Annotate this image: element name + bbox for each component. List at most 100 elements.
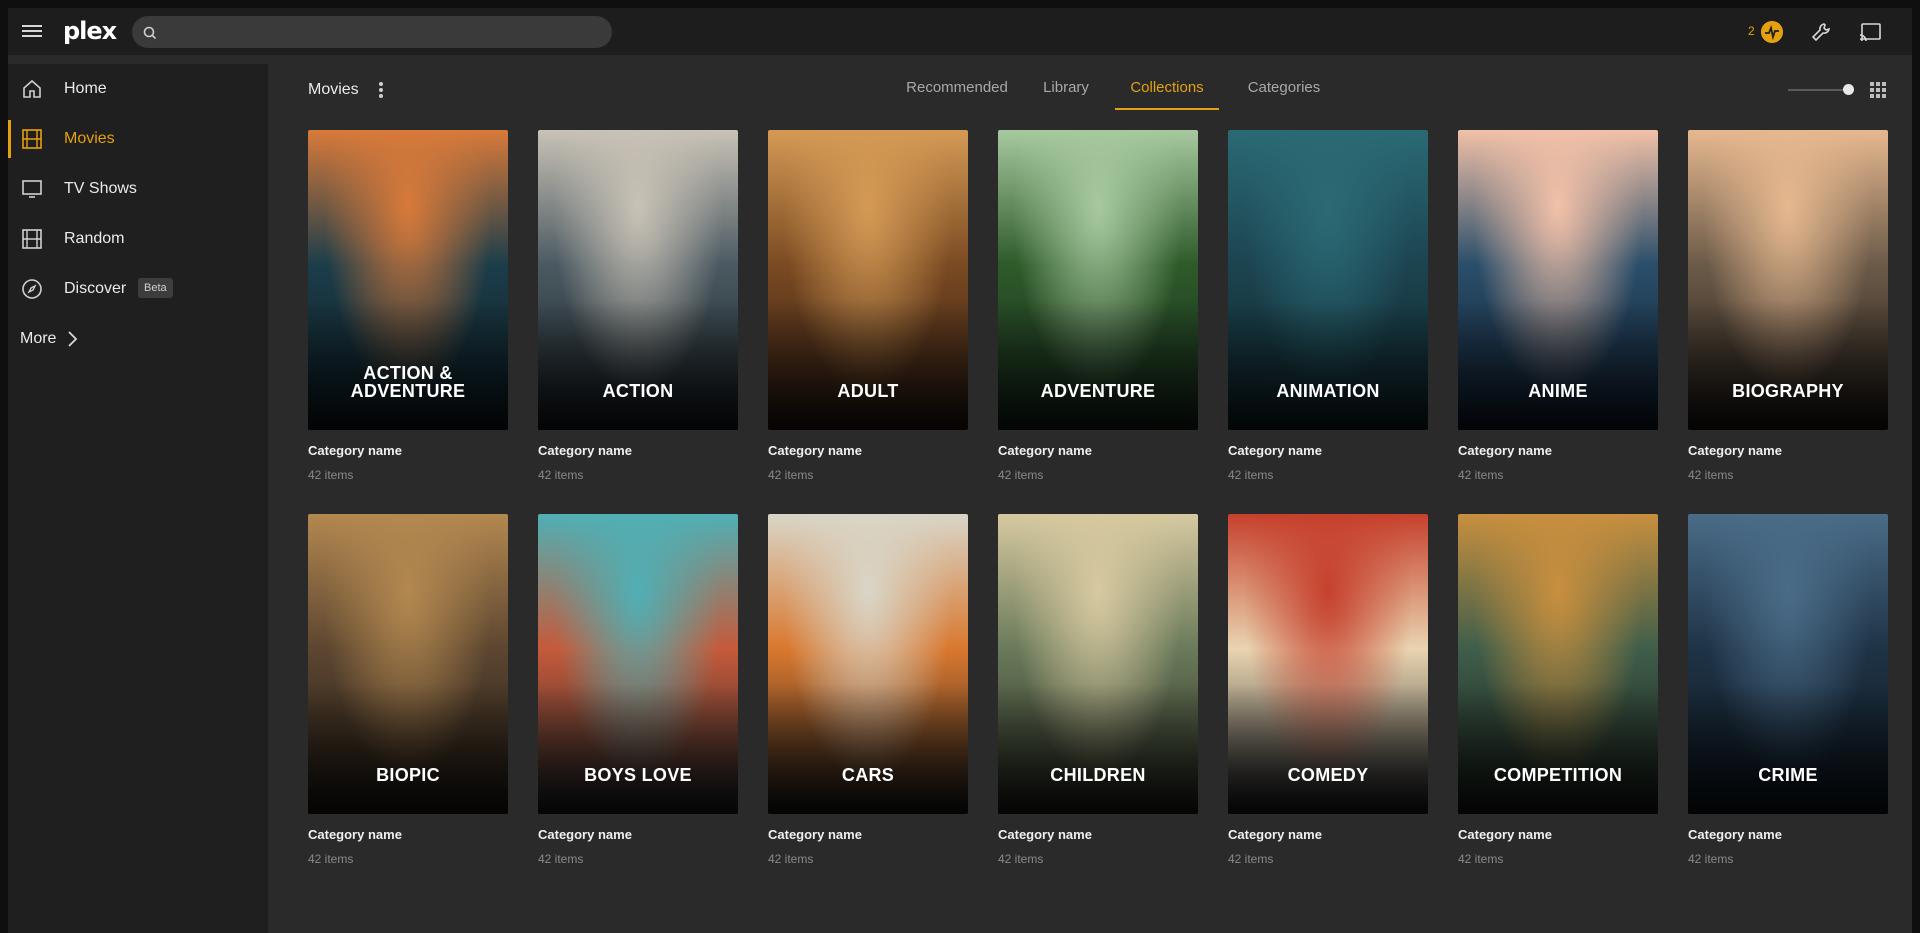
collection-poster-title: CARS (841, 765, 895, 785)
collection-poster[interactable]: BOYS LOVE (538, 514, 738, 814)
more-options-icon[interactable] (376, 80, 386, 100)
collection-item-count: 42 items (1458, 468, 1504, 482)
sidebar-item-label: Random (64, 230, 125, 247)
collection-poster[interactable]: ADVENTURE (998, 130, 1198, 430)
settings-icon[interactable] (1810, 21, 1832, 43)
activity-count: 2 (1748, 24, 1755, 38)
collection-item-count: 42 items (1688, 852, 1734, 866)
collection-poster[interactable]: ACTION (538, 130, 738, 430)
collection-poster-title: CRIME (1758, 765, 1818, 785)
collection-card[interactable]: BIOGRAPHY Category name 42 items (1688, 130, 1888, 482)
collection-card[interactable]: ANIMATION Category name 42 items (1228, 130, 1428, 482)
collection-item-count: 42 items (1228, 852, 1274, 866)
collection-poster-title: CHILDREN (1050, 765, 1146, 785)
collection-card[interactable]: ANIME Category name 42 items (1458, 130, 1658, 482)
home-icon (23, 79, 41, 98)
collection-name[interactable]: Category name (1458, 827, 1658, 842)
sidebar-item-tv-shows[interactable]: TV Shows (8, 164, 268, 214)
menu-icon[interactable] (22, 22, 42, 40)
collection-poster[interactable]: ADULT (768, 130, 968, 430)
collection-item-count: 42 items (768, 468, 814, 482)
collection-poster-title: ACTION & ADVENTURE (350, 363, 466, 401)
collection-poster[interactable]: ANIME (1458, 130, 1658, 430)
collection-poster[interactable]: BIOPIC (308, 514, 508, 814)
collection-card[interactable]: CHILDREN Category name 42 items (998, 514, 1198, 866)
sidebar-item-label: Home (64, 80, 107, 97)
collection-card[interactable]: CARS Category name 42 items (768, 514, 968, 866)
collection-card[interactable]: ACTION & ADVENTURE Category name 42 items (308, 130, 508, 482)
page-title: Movies (308, 81, 359, 98)
logo-text: plex (63, 17, 117, 45)
collection-poster[interactable]: COMPETITION (1458, 514, 1658, 814)
sidebar: Home Movies TV Shows Random Discover Bet… (8, 64, 268, 933)
collection-card[interactable]: BIOPIC Category name 42 items (308, 514, 508, 866)
tv-icon (22, 180, 42, 198)
collection-poster-title: ADVENTURE (1040, 381, 1156, 401)
collection-card[interactable]: ADULT Category name 42 items (768, 130, 968, 482)
sidebar-item-more[interactable]: More (8, 314, 268, 364)
collection-name[interactable]: Category name (1228, 443, 1428, 458)
plex-logo[interactable]: plex (63, 17, 117, 45)
collection-item-count: 42 items (1228, 468, 1274, 482)
tab-library[interactable]: Library (1032, 70, 1100, 108)
collection-card[interactable]: ADVENTURE Category name 42 items (998, 130, 1198, 482)
collection-poster-title: ACTION (602, 381, 674, 401)
sidebar-item-random[interactable]: Random (8, 214, 268, 264)
zoom-slider[interactable] (1788, 89, 1848, 91)
search-input[interactable] (132, 16, 612, 48)
collection-poster-title: COMPETITION (1493, 765, 1623, 785)
collection-name[interactable]: Category name (1688, 827, 1888, 842)
collection-poster[interactable]: ANIMATION (1228, 130, 1428, 430)
sidebar-item-label: More (20, 330, 57, 347)
cast-icon[interactable] (1858, 21, 1882, 43)
collection-poster[interactable]: CARS (768, 514, 968, 814)
collection-name[interactable]: Category name (998, 443, 1198, 458)
collection-card[interactable]: COMPETITION Category name 42 items (1458, 514, 1658, 866)
collection-name[interactable]: Category name (1228, 827, 1428, 842)
collection-poster[interactable]: CRIME (1688, 514, 1888, 814)
collection-name[interactable]: Category name (308, 827, 508, 842)
collection-name[interactable]: Category name (998, 827, 1198, 842)
collection-item-count: 42 items (998, 468, 1044, 482)
collection-name[interactable]: Category name (768, 827, 968, 842)
collection-poster-title: COMEDY (1287, 765, 1369, 785)
collection-card[interactable]: COMEDY Category name 42 items (1228, 514, 1428, 866)
collection-item-count: 42 items (768, 852, 814, 866)
collection-item-count: 42 items (538, 852, 584, 866)
collection-item-count: 42 items (998, 852, 1044, 866)
sidebar-item-discover[interactable]: Discover Beta (8, 264, 268, 314)
collection-poster[interactable]: ACTION & ADVENTURE (308, 130, 508, 430)
sidebar-item-home[interactable]: Home (8, 64, 268, 114)
collection-name[interactable]: Category name (538, 443, 738, 458)
sidebar-item-movies[interactable]: Movies (8, 114, 268, 164)
activity-icon[interactable] (1761, 21, 1783, 43)
collection-card[interactable]: CRIME Category name 42 items (1688, 514, 1888, 866)
collection-name[interactable]: Category name (538, 827, 738, 842)
search-icon (143, 26, 157, 40)
sidebar-item-label: TV Shows (64, 180, 137, 197)
collection-name[interactable]: Category name (768, 443, 968, 458)
collection-item-count: 42 items (308, 852, 354, 866)
collection-poster[interactable]: CHILDREN (998, 514, 1198, 814)
tab-recommended[interactable]: Recommended (902, 70, 1012, 108)
tab-categories[interactable]: Categories (1238, 70, 1330, 108)
collection-card[interactable]: BOYS LOVE Category name 42 items (538, 514, 738, 866)
collection-poster[interactable]: COMEDY (1228, 514, 1428, 814)
collection-name[interactable]: Category name (1458, 443, 1658, 458)
grid-view-icon[interactable] (1870, 82, 1886, 98)
collection-poster-title: BOYS LOVE (584, 765, 692, 785)
sidebar-item-label: Movies (64, 130, 115, 147)
collection-item-count: 42 items (538, 468, 584, 482)
collection-card[interactable]: ACTION Category name 42 items (538, 130, 738, 482)
top-bar: plex 2 (8, 8, 1912, 55)
sidebar-item-label: Discover (64, 280, 127, 297)
collection-item-count: 42 items (1458, 852, 1504, 866)
film-icon (22, 129, 42, 149)
zoom-slider-handle[interactable] (1843, 84, 1854, 95)
collection-poster-title: ANIME (1528, 381, 1588, 401)
collection-name[interactable]: Category name (308, 443, 508, 458)
tab-collections[interactable]: Collections (1115, 70, 1219, 110)
collection-name[interactable]: Category name (1688, 443, 1888, 458)
collection-poster[interactable]: BIOGRAPHY (1688, 130, 1888, 430)
collection-item-count: 42 items (308, 468, 354, 482)
